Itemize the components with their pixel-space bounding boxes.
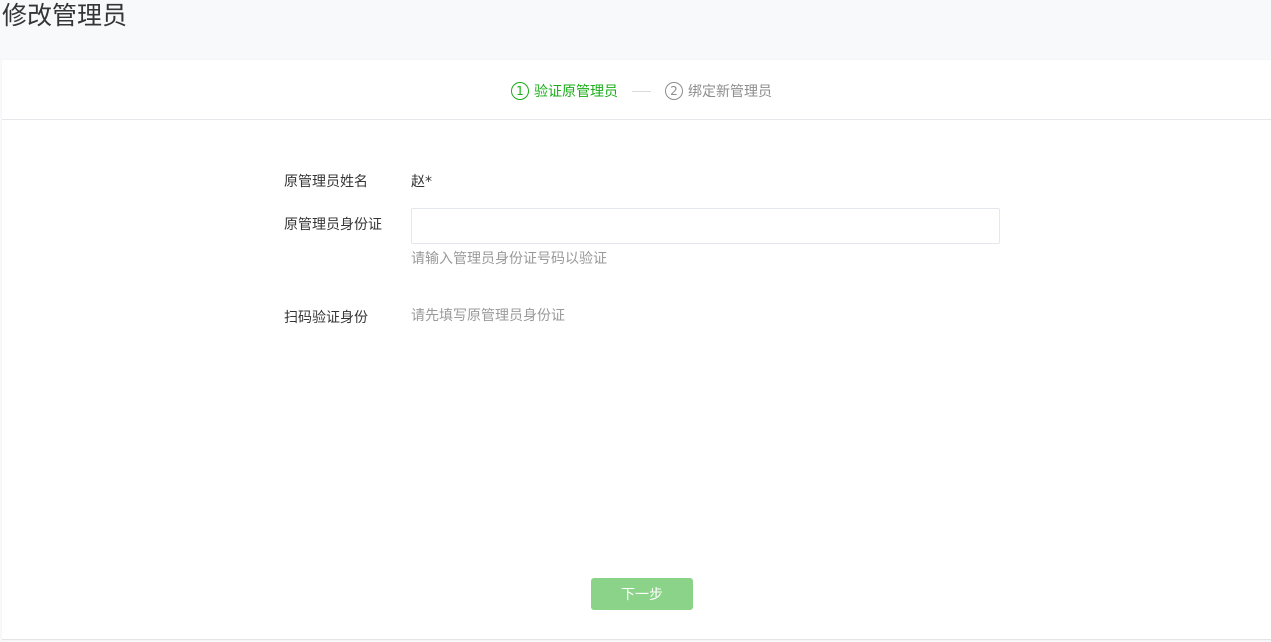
step-verify-original-admin: 1 验证原管理员 bbox=[511, 81, 618, 101]
step-divider bbox=[632, 91, 651, 92]
step-1-label: 验证原管理员 bbox=[534, 84, 618, 100]
next-step-button[interactable]: 下一步 bbox=[591, 578, 693, 610]
admin-id-tip: 请输入管理员身份证号码以验证 bbox=[411, 251, 607, 267]
scan-verify-label: 扫码验证身份 bbox=[284, 310, 368, 326]
scan-verify-hint: 请先填写原管理员身份证 bbox=[411, 308, 565, 324]
admin-name-value: 赵* bbox=[411, 174, 432, 190]
admin-name-label: 原管理员姓名 bbox=[284, 174, 368, 190]
step-2-label: 绑定新管理员 bbox=[688, 84, 772, 100]
step-2-number: 2 bbox=[665, 82, 683, 100]
admin-id-label: 原管理员身份证 bbox=[284, 217, 382, 233]
step-indicator: 1 验证原管理员 2 绑定新管理员 bbox=[2, 60, 1271, 120]
edit-admin-card: 1 验证原管理员 2 绑定新管理员 原管理员姓名 赵* 原管理员身份证 请输入管… bbox=[2, 60, 1271, 640]
admin-id-input[interactable] bbox=[411, 208, 1000, 244]
page-title: 修改管理员 bbox=[2, 1, 128, 30]
step-bind-new-admin: 2 绑定新管理员 bbox=[665, 81, 772, 101]
step-1-number: 1 bbox=[511, 82, 529, 100]
